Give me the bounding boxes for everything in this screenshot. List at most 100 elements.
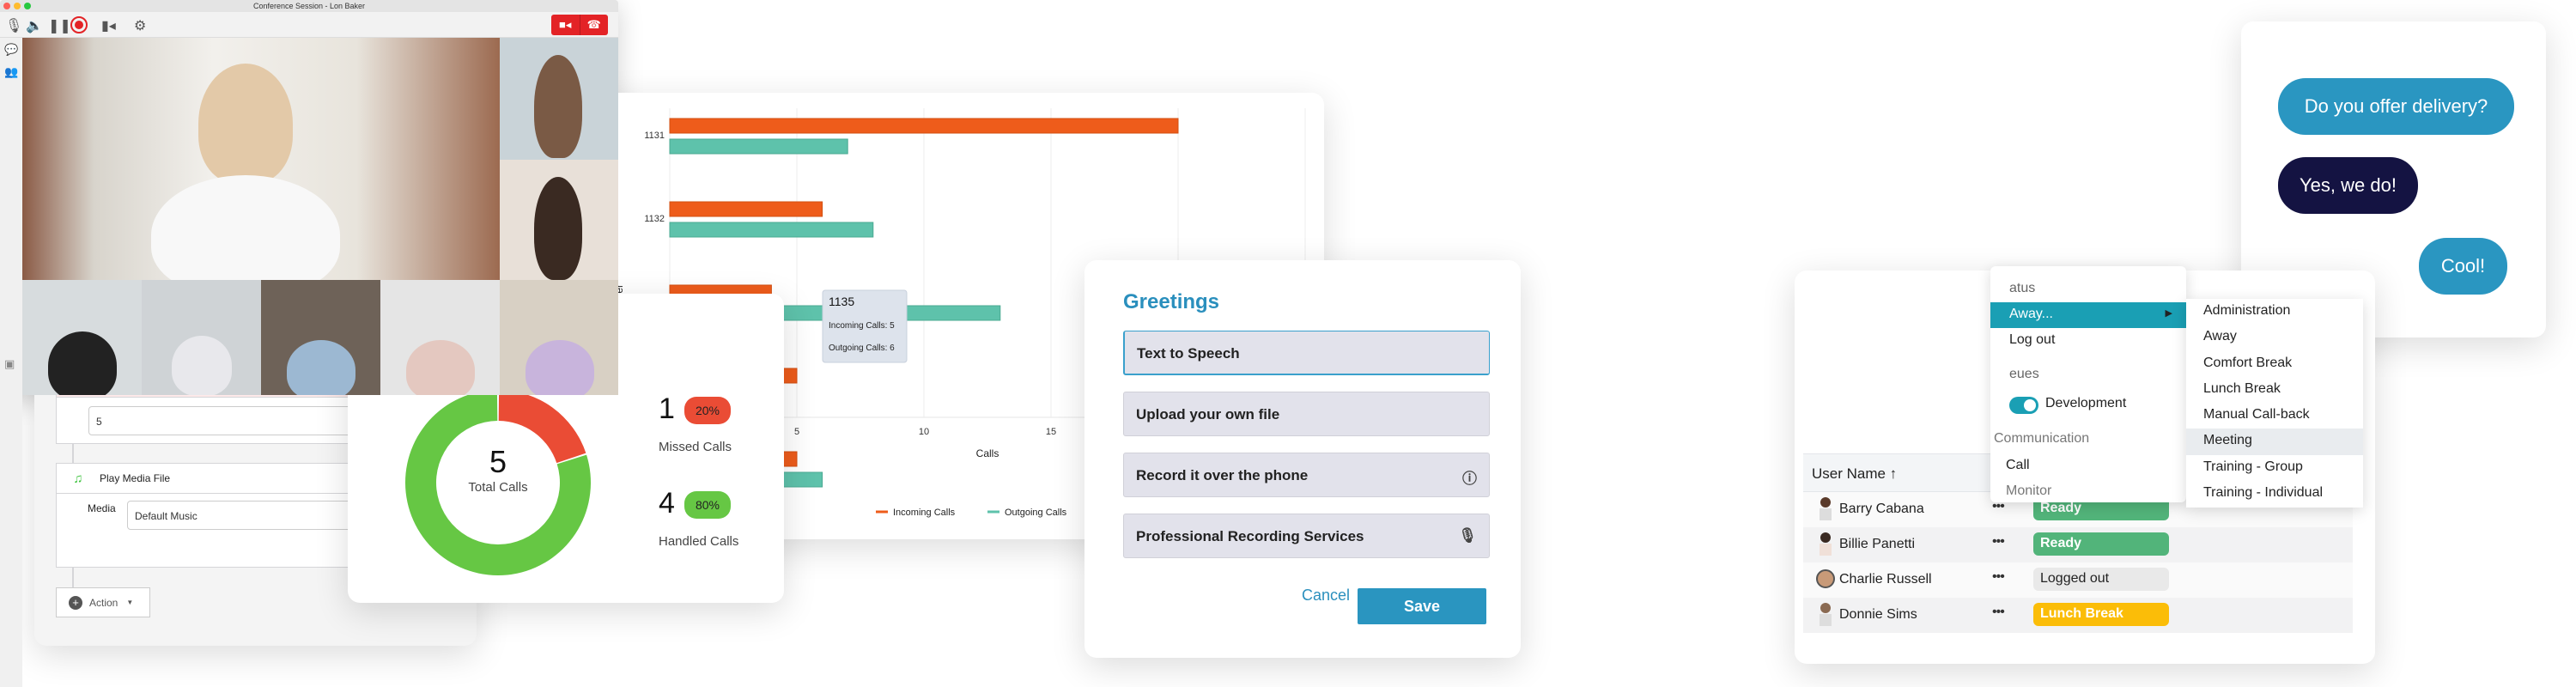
minimize-window-button[interactable] — [14, 3, 21, 9]
y-tick-label: 1131 — [644, 131, 665, 141]
action-label: Action — [89, 596, 118, 609]
camera-off-icon[interactable]: ■◂ — [551, 15, 580, 35]
greeting-option-professional[interactable]: Professional Recording Services 🎙 — [1123, 514, 1490, 558]
missed-calls-count: 1 — [659, 392, 675, 425]
communication-section-header: Communication — [1994, 431, 2090, 446]
menu-item-away[interactable]: Away... ▶ — [1990, 302, 2186, 328]
add-action-button[interactable]: + Action ▼ — [56, 587, 150, 617]
missed-calls-pct-badge: 20% — [684, 397, 731, 424]
option-label: Upload your own file — [1136, 406, 1280, 423]
participant-video-3[interactable] — [500, 160, 618, 280]
menu-item-monitor[interactable]: Monitor — [1990, 479, 2186, 505]
status-badge[interactable]: Ready — [2033, 532, 2169, 556]
legend-label: Outgoing Calls — [1005, 508, 1067, 518]
status-badge[interactable]: Logged out — [2033, 568, 2169, 591]
info-icon[interactable]: ⓘ — [1462, 466, 1477, 488]
greetings-card: Greetings Text to Speech Upload your own… — [1084, 260, 1521, 658]
table-row[interactable]: Charlie Russell ••• Logged out — [1803, 562, 2353, 598]
x-tick-label: 15 — [1046, 427, 1056, 437]
total-calls-label: Total Calls — [468, 480, 528, 495]
microphone-icon[interactable]: 🎙 — [5, 17, 22, 34]
participant-video-2[interactable] — [500, 38, 618, 160]
avatar — [1815, 497, 1836, 521]
submenu-item[interactable]: Comfort Break — [2186, 351, 2363, 377]
participant-face — [198, 64, 293, 184]
submenu-item[interactable]: Manual Call-back — [2186, 403, 2363, 429]
media-label: Media — [88, 502, 116, 514]
settings-icon[interactable]: ⚙ — [134, 17, 146, 34]
user-name: Donnie Sims — [1839, 607, 1917, 622]
cancel-button[interactable]: Cancel — [1302, 587, 1350, 605]
speaker-icon[interactable]: 🔈 — [26, 17, 43, 34]
main-speaker-video[interactable] — [22, 38, 500, 280]
menu-item-call[interactable]: Call — [1990, 453, 2186, 479]
handled-calls-pct-badge: 80% — [684, 491, 731, 519]
submenu-item[interactable]: Training - Group — [2186, 455, 2363, 481]
table-row[interactable]: Donnie Sims ••• Lunch Break — [1803, 598, 2353, 633]
participant-video-4[interactable] — [22, 280, 142, 395]
participant-video-6[interactable] — [261, 280, 380, 395]
bar-outgoing-calls — [669, 222, 874, 238]
greeting-option-text-to-speech[interactable]: Text to Speech — [1123, 331, 1490, 375]
menu-item-logout[interactable]: Log out — [1990, 328, 2186, 354]
handled-calls-label: Handled Calls — [659, 534, 739, 549]
more-options-icon[interactable]: ••• — [1992, 534, 2005, 550]
more-options-icon[interactable]: ••• — [1992, 569, 2005, 585]
maximize-window-button[interactable] — [24, 3, 31, 9]
participant-video-5[interactable] — [142, 280, 261, 395]
participant-video-7[interactable] — [380, 280, 500, 395]
development-queue-label: Development — [2045, 396, 2127, 410]
avatar — [1815, 532, 1836, 556]
greeting-option-upload-file[interactable]: Upload your own file — [1123, 392, 1490, 436]
pause-icon[interactable]: ❚❚ — [48, 17, 71, 34]
bar-incoming-calls — [669, 118, 1179, 134]
submenu-item[interactable]: Administration — [2186, 299, 2363, 325]
chat-bubble-customer: Do you offer delivery? — [2278, 78, 2514, 135]
tooltip-line: Incoming Calls: 5 — [829, 321, 895, 331]
tooltip-title: 1135 — [829, 295, 854, 308]
user-name: Barry Cabana — [1839, 502, 1924, 516]
user-name: Charlie Russell — [1839, 572, 1932, 587]
participants-icon[interactable]: 👥 — [4, 65, 18, 79]
bar-incoming-calls — [669, 201, 823, 217]
music-note-icon: ♫ — [73, 471, 83, 486]
chat-bubble-customer: Cool! — [2419, 238, 2507, 295]
microphone-icon: 🎙 — [1458, 527, 1477, 544]
more-options-icon[interactable]: ••• — [1992, 605, 2005, 620]
submenu-item[interactable]: Away — [2186, 325, 2363, 350]
x-tick-label: 5 — [794, 427, 799, 437]
tooltip-line: Outgoing Calls: 6 — [829, 344, 895, 353]
submenu-item[interactable]: Lunch Break — [2186, 377, 2363, 403]
window-titlebar: Conference Session - Lon Baker — [0, 0, 618, 12]
submenu-item[interactable]: Training - Individual — [2186, 481, 2363, 507]
missed-calls-label: Missed Calls — [659, 440, 732, 454]
screen-share-icon[interactable]: ▣ — [4, 357, 15, 371]
option-label: Record it over the phone — [1136, 467, 1309, 483]
hang-up-icon[interactable]: ☎ — [579, 15, 609, 35]
caret-down-icon: ▼ — [126, 599, 134, 606]
queues-section-header: eues — [2009, 367, 2039, 381]
camera-icon[interactable]: ▮◂ — [101, 17, 116, 34]
record-icon[interactable] — [70, 16, 88, 33]
media-value: Default Music — [135, 510, 197, 522]
greeting-option-record-phone[interactable]: Record it over the phone ⓘ — [1123, 453, 1490, 497]
handled-calls-count: 4 — [659, 487, 675, 520]
submenu-item-highlighted[interactable]: Meeting — [2186, 429, 2363, 455]
plus-icon: + — [69, 595, 82, 610]
legend-label: Incoming Calls — [893, 508, 956, 518]
window-title: Conference Session - Lon Baker — [252, 2, 366, 10]
participant-body — [151, 175, 340, 280]
greetings-title: Greetings — [1123, 290, 1220, 313]
chat-bubble-agent: Yes, we do! — [2278, 157, 2418, 214]
video-conference-window: Conference Session - Lon Baker 🎙 🔈 ❚❚ ▮◂… — [0, 0, 618, 687]
participant-video-8[interactable] — [500, 280, 618, 395]
save-button[interactable]: Save — [1358, 588, 1486, 624]
x-tick-label: 10 — [919, 427, 929, 437]
table-row[interactable]: Billie Panetti ••• Ready — [1803, 527, 2353, 562]
agent-status-menu: atus Away... ▶ Log out eues Development C… — [1990, 266, 2186, 502]
menu-label: Away... — [2009, 307, 2053, 321]
chat-icon[interactable]: 💬 — [4, 43, 18, 57]
status-badge[interactable]: Lunch Break — [2033, 603, 2169, 626]
close-window-button[interactable] — [3, 3, 10, 9]
bar-outgoing-calls — [669, 138, 848, 155]
